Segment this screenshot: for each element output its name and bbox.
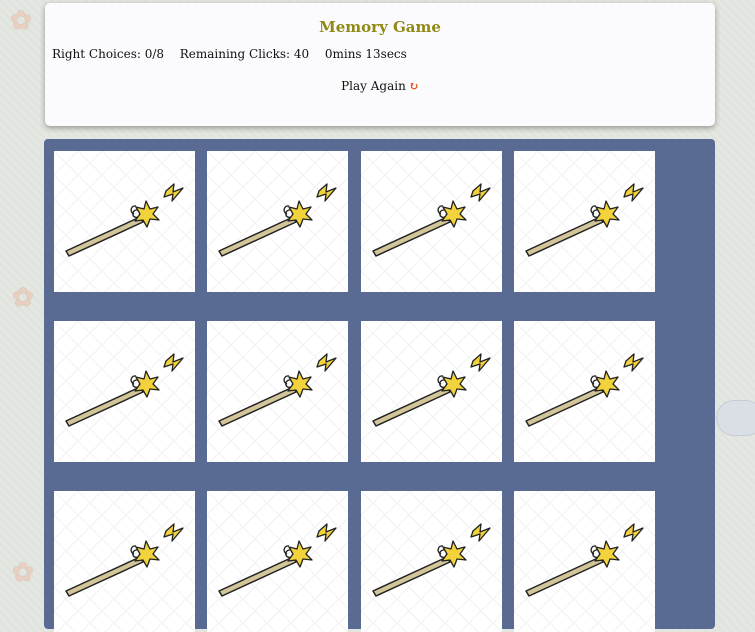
card[interactable]: [54, 151, 195, 292]
game-header-panel: Memory Game Right Choices: 0/8 Remaining…: [45, 3, 715, 126]
card[interactable]: [207, 151, 348, 292]
card[interactable]: [514, 491, 655, 632]
right-choices-label: Right Choices:: [52, 47, 141, 61]
card[interactable]: [207, 491, 348, 632]
card[interactable]: [361, 151, 502, 292]
game-stats: Right Choices: 0/8 Remaining Clicks: 40 …: [52, 47, 407, 61]
background-star-icon: ✿: [12, 283, 34, 313]
card[interactable]: [514, 151, 655, 292]
background-star-icon: ✿: [10, 6, 32, 36]
refresh-icon: ↻: [408, 79, 419, 93]
background-cloud: [716, 400, 755, 436]
card[interactable]: [361, 321, 502, 462]
card[interactable]: [207, 321, 348, 462]
card[interactable]: [361, 491, 502, 632]
game-title: Memory Game: [319, 18, 441, 36]
right-choices-value: 0/8: [144, 47, 165, 61]
remaining-clicks-label: Remaining Clicks:: [179, 47, 291, 61]
play-again-label: Play Again: [341, 79, 406, 93]
play-again-button[interactable]: Play Again ↻: [45, 79, 715, 93]
card[interactable]: [54, 491, 195, 632]
game-board: [44, 139, 715, 632]
remaining-clicks-value: 40: [293, 47, 310, 61]
background-star-icon: ✿: [12, 558, 34, 588]
card[interactable]: [54, 321, 195, 462]
timer: 0mins 13secs: [324, 47, 407, 61]
card[interactable]: [514, 321, 655, 462]
